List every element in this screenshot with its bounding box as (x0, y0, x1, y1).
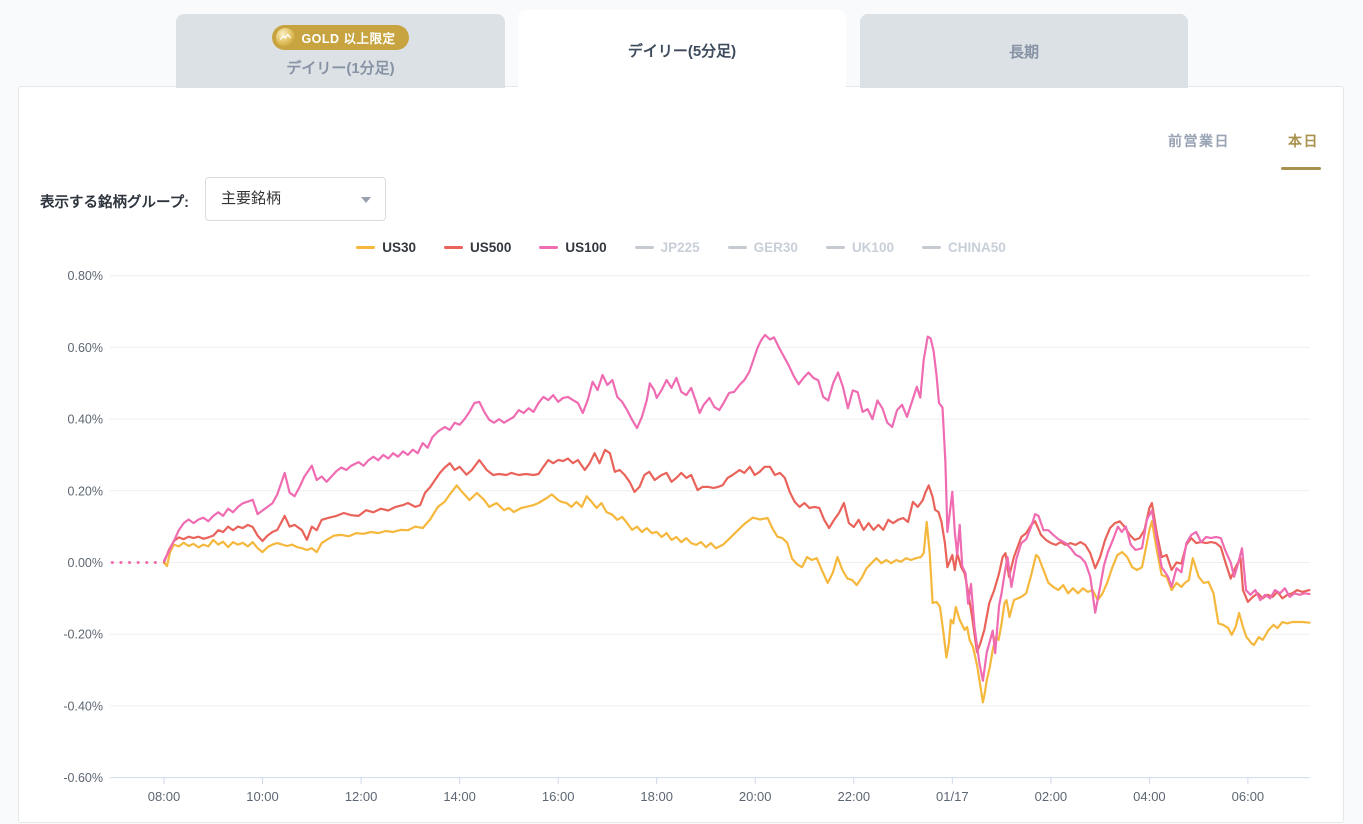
y-axis-label: -0.20% (63, 628, 103, 642)
x-axis-label: 04:00 (1133, 789, 1166, 804)
tab-long-term[interactable]: 長期 (860, 14, 1188, 88)
series-us30-line[interactable] (164, 485, 1310, 702)
y-axis-label: -0.40% (63, 699, 103, 713)
tab-label: デイリー(1分足) (286, 57, 394, 78)
x-axis-label: 22:00 (838, 789, 871, 804)
x-axis-label: 10:00 (246, 789, 279, 804)
x-axis-label: 20:00 (739, 789, 772, 804)
tab-daily-1min[interactable]: GOLD 以上限定 デイリー(1分足) (176, 14, 505, 88)
tab-label: 長期 (1009, 41, 1039, 62)
gold-badge-label: GOLD 以上限定 (301, 28, 395, 47)
y-axis-label: -0.60% (63, 771, 103, 785)
x-axis-label: 06:00 (1232, 789, 1265, 804)
gold-badge: GOLD 以上限定 (272, 25, 408, 50)
gold-coin-icon (276, 28, 295, 47)
x-axis-label: 14:00 (443, 789, 476, 804)
x-axis-label: 01/17 (936, 789, 969, 804)
y-axis-label: 0.60% (68, 341, 103, 355)
series-us500-line[interactable] (164, 450, 1310, 652)
x-axis-label: 02:00 (1035, 789, 1068, 804)
series-us100-line[interactable] (164, 335, 1310, 681)
y-axis-label: 0.00% (68, 556, 103, 570)
y-axis-label: 0.40% (68, 413, 103, 427)
y-axis-label: 0.80% (68, 269, 103, 283)
price-change-chart[interactable]: 0.80% 0.60% 0.40% 0.20% 0.00% -0.20% -0.40% -0.… (0, 0, 1363, 824)
y-axis-label: 0.20% (68, 484, 103, 498)
x-axis-label: 08:00 (148, 789, 181, 804)
x-axis-label: 18:00 (640, 789, 673, 804)
x-axis-label: 16:00 (542, 789, 575, 804)
tab-label: デイリー(5分足) (628, 40, 736, 61)
tab-daily-5min[interactable]: デイリー(5分足) (518, 10, 846, 90)
x-axis-label: 12:00 (345, 789, 378, 804)
